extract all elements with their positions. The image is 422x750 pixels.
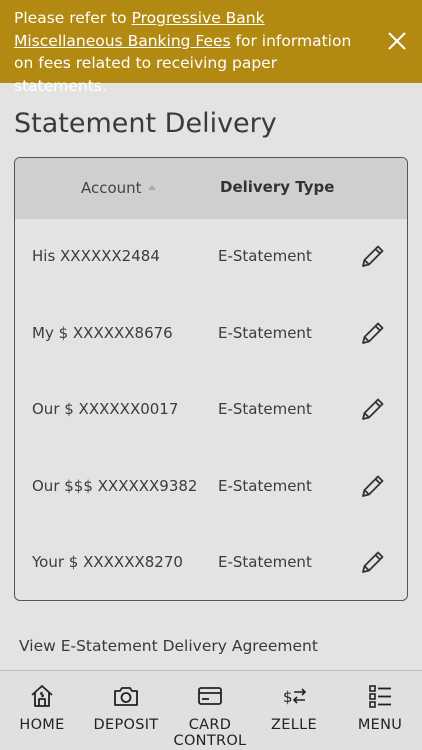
fee-notice-banner: Please refer to Progressive Bank Miscell… [0, 0, 422, 95]
account-cell: Our $$$ XXXXXX9382 [32, 476, 198, 495]
page-title: Statement Delivery [14, 108, 277, 139]
table-row: Your $ XXXXXX8270 E-Statement [15, 525, 407, 600]
nav-zelle[interactable]: $ ZELLE [252, 671, 336, 750]
nav-menu-label: MENU [357, 717, 403, 733]
nav-deposit-label: DEPOSIT [93, 717, 159, 733]
pencil-icon[interactable] [359, 319, 387, 347]
delivery-type-cell: E-Statement [218, 247, 312, 265]
nav-home[interactable]: HOME [0, 671, 84, 750]
delivery-type-column-header: Delivery Type [220, 178, 335, 196]
table-row: Our $ XXXXXX0017 E-Statement [15, 372, 407, 449]
pencil-icon[interactable] [359, 548, 387, 576]
nav-card-control[interactable]: CARD CONTROL [168, 671, 252, 750]
table-row: Our $$$ XXXXXX9382 E-Statement [15, 449, 407, 526]
nav-deposit[interactable]: DEPOSIT [84, 671, 168, 750]
sort-ascending-icon [147, 185, 156, 190]
pencil-icon[interactable] [359, 242, 387, 270]
account-cell: His XXXXXX2484 [32, 247, 160, 265]
pencil-icon[interactable] [359, 472, 387, 500]
pencil-icon[interactable] [359, 395, 387, 423]
account-header-label: Account [81, 179, 142, 197]
account-cell: Your $ XXXXXX8270 [32, 553, 183, 571]
close-icon[interactable] [386, 30, 408, 52]
table-header: Account Delivery Type [15, 158, 407, 219]
nav-card-control-label: CARD CONTROL [173, 717, 247, 749]
table-row: His XXXXXX2484 E-Statement [15, 219, 407, 296]
agreement-link[interactable]: View E-Statement Delivery Agreement [19, 637, 318, 655]
camera-icon [114, 687, 138, 706]
menu-list-icon [369, 685, 391, 708]
statement-table: Account Delivery Type His XXXXXX2484 E-S… [14, 157, 408, 601]
delivery-type-cell: E-Statement [218, 400, 312, 418]
delivery-type-cell: E-Statement [218, 323, 312, 342]
nav-home-label: HOME [19, 717, 65, 733]
account-cell: Our $ XXXXXX0017 [32, 400, 179, 418]
svg-text:$: $ [283, 688, 293, 706]
account-column-header[interactable]: Account [81, 179, 156, 197]
transfer-icon: $ [283, 688, 307, 706]
table-row: My $ XXXXXX8676 E-Statement [15, 296, 407, 373]
nav-menu[interactable]: MENU [338, 671, 422, 750]
delivery-type-cell: E-Statement [218, 476, 312, 495]
home-icon [31, 685, 53, 707]
delivery-type-cell: E-Statement [218, 553, 312, 571]
account-cell: My $ XXXXXX8676 [32, 323, 173, 342]
bottom-nav: HOME DEPOSIT CARD CONTROL $ ZELLE MENU [0, 671, 422, 750]
card-icon [198, 687, 222, 705]
banner-text-before: Please refer to [14, 9, 132, 27]
nav-zelle-label: ZELLE [271, 717, 317, 733]
